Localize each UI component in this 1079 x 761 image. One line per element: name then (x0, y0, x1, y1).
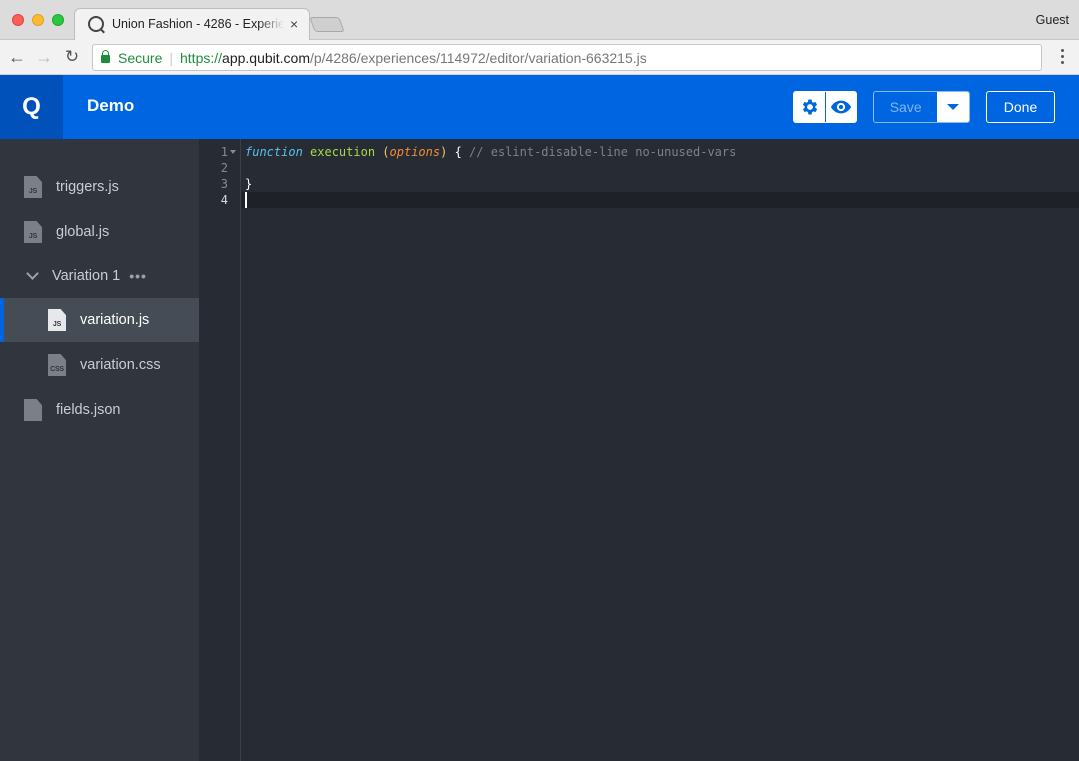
save-button-group: Save (873, 91, 970, 123)
code-param: options (389, 145, 441, 159)
arrow-right-icon: → (35, 46, 53, 67)
line-number-active: 4 (220, 193, 228, 207)
code-brace: } (245, 177, 253, 191)
text-cursor (245, 192, 247, 208)
file-label: fields.json (56, 402, 121, 418)
code-line-3[interactable]: } (245, 176, 252, 192)
address-separator: | (169, 49, 173, 66)
save-button[interactable]: Save (874, 92, 937, 122)
file-item-variation-js[interactable]: JS variation.js (0, 298, 199, 342)
variation-folder[interactable]: Variation 1 ••• (0, 254, 199, 298)
file-label: variation.css (80, 357, 161, 373)
page-title: Demo (87, 96, 135, 115)
browser-tab-content[interactable]: Union Fashion - 4286 - Experiences × (74, 8, 310, 40)
qubit-logo[interactable]: Q (0, 75, 63, 139)
back-button[interactable]: ← (6, 46, 28, 68)
json-file-icon (24, 399, 42, 421)
reload-button[interactable]: ↻ (61, 46, 83, 68)
file-label: variation.js (80, 312, 150, 328)
app-header: Q Demo Save Done (0, 75, 1079, 139)
url-scheme: https:// (180, 49, 223, 66)
logo-text: Q (22, 93, 41, 120)
more-options-icon[interactable]: ••• (129, 268, 147, 284)
file-label: global.js (56, 224, 110, 240)
fold-arrow-icon[interactable] (230, 150, 236, 154)
browser-titlebar: Union Fashion - 4286 - Experiences × Gue… (0, 0, 1079, 40)
tab-title: Union Fashion - 4286 - Experiences (112, 17, 284, 31)
variation-label: Variation 1 (52, 268, 121, 284)
arrow-left-icon: ← (8, 46, 26, 67)
new-tab-button[interactable] (309, 17, 345, 32)
url-host: app.qubit.com (222, 49, 310, 66)
code-comment: // eslint-disable-line no-unused-vars (469, 145, 737, 159)
code-function-name: execution (310, 145, 376, 159)
js-file-icon: JS (24, 221, 42, 243)
line-number: 1 (220, 145, 228, 159)
code-keyword: function (245, 145, 303, 159)
forward-button[interactable]: → (33, 46, 55, 68)
maximize-window-button[interactable] (52, 14, 64, 26)
eye-icon (830, 100, 852, 114)
gear-icon (802, 99, 817, 115)
qubit-favicon-icon (88, 16, 104, 32)
code-paren: ) (440, 145, 448, 159)
caret-down-icon (947, 104, 960, 110)
secure-label: Secure (118, 49, 163, 66)
active-line-highlight (242, 192, 1079, 208)
reload-icon: ↻ (64, 47, 80, 66)
tab-close-icon[interactable]: × (290, 17, 298, 31)
file-label: triggers.js (56, 179, 119, 195)
close-window-button[interactable] (12, 14, 24, 26)
settings-button[interactable] (794, 92, 825, 122)
url-path: /p/4286/experiences/114972/editor/variat… (309, 49, 647, 66)
save-options-button[interactable] (937, 92, 969, 122)
profile-label[interactable]: Guest (1036, 13, 1069, 27)
browser-menu-icon[interactable] (1061, 49, 1065, 64)
code-paren: ( (382, 145, 390, 159)
browser-toolbar: ← → ↻ Secure | https://app.qubit.com/p/4… (0, 40, 1079, 75)
done-button[interactable]: Done (986, 91, 1055, 123)
file-item-triggers[interactable]: JS triggers.js (0, 165, 199, 209)
line-gutter: 1 2 3 4 (199, 139, 241, 761)
chevron-down-icon (26, 267, 39, 280)
file-sidebar: JS triggers.js JS global.js Variation 1 … (0, 139, 199, 761)
lock-icon (101, 50, 110, 63)
line-number: 3 (220, 177, 228, 191)
file-item-fields[interactable]: fields.json (0, 388, 199, 432)
file-item-variation-css[interactable]: CSS variation.css (0, 343, 199, 387)
js-file-icon: JS (48, 309, 66, 331)
code-editor[interactable]: 1 2 3 4 function execution (options) { /… (199, 139, 1079, 761)
address-bar[interactable]: Secure | https://app.qubit.com/p/4286/ex… (92, 44, 1042, 71)
code-brace: { (454, 145, 462, 159)
file-item-global[interactable]: JS global.js (0, 210, 199, 254)
js-file-icon: JS (24, 176, 42, 198)
css-file-icon: CSS (48, 354, 66, 376)
line-number: 2 (220, 161, 228, 175)
code-line-1[interactable]: function execution (options) { // eslint… (245, 144, 736, 160)
preview-button[interactable] (825, 92, 856, 122)
editor-tool-group (793, 91, 857, 123)
minimize-window-button[interactable] (32, 14, 44, 26)
